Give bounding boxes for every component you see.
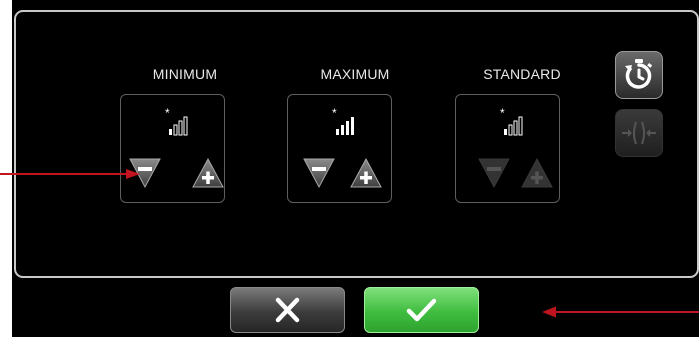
svg-text:*: *	[332, 107, 337, 120]
mode-label-maximum: MAXIMUM	[320, 66, 390, 82]
plus-icon	[521, 157, 553, 188]
svg-text:*: *	[165, 107, 170, 120]
minus-icon	[303, 158, 335, 189]
standard-increase-button[interactable]	[520, 157, 554, 189]
maximum-increase-button[interactable]	[349, 157, 383, 189]
mode-card-maximum: *	[287, 94, 392, 203]
focus-compress-icon	[622, 121, 656, 145]
focus-button[interactable]	[615, 109, 663, 157]
signal-strength-icon: *	[332, 107, 354, 135]
mode-card-standard: *	[455, 94, 560, 203]
mode-card-minimum: *	[120, 94, 225, 203]
mode-label-minimum: MINIMUM	[152, 66, 218, 82]
checkmark-icon	[406, 298, 437, 322]
standard-decrease-button[interactable]	[477, 157, 511, 189]
minus-icon	[478, 158, 510, 189]
mode-label-standard: STANDARD	[483, 66, 561, 82]
plus-icon	[350, 157, 382, 188]
cancel-button[interactable]	[230, 287, 345, 333]
minimum-increase-button[interactable]	[191, 157, 225, 189]
close-icon	[275, 297, 300, 323]
confirm-button[interactable]	[364, 287, 479, 333]
timer-button[interactable]	[615, 51, 663, 99]
annotation-arrow-left	[0, 169, 140, 179]
maximum-decrease-button[interactable]	[302, 157, 336, 189]
signal-strength-icon: *	[165, 107, 188, 136]
svg-text:*: *	[500, 107, 505, 120]
plus-icon	[192, 157, 224, 188]
signal-strength-icon: *	[500, 107, 523, 136]
stopwatch-reset-icon	[625, 59, 653, 89]
annotation-arrow-right	[542, 306, 699, 318]
